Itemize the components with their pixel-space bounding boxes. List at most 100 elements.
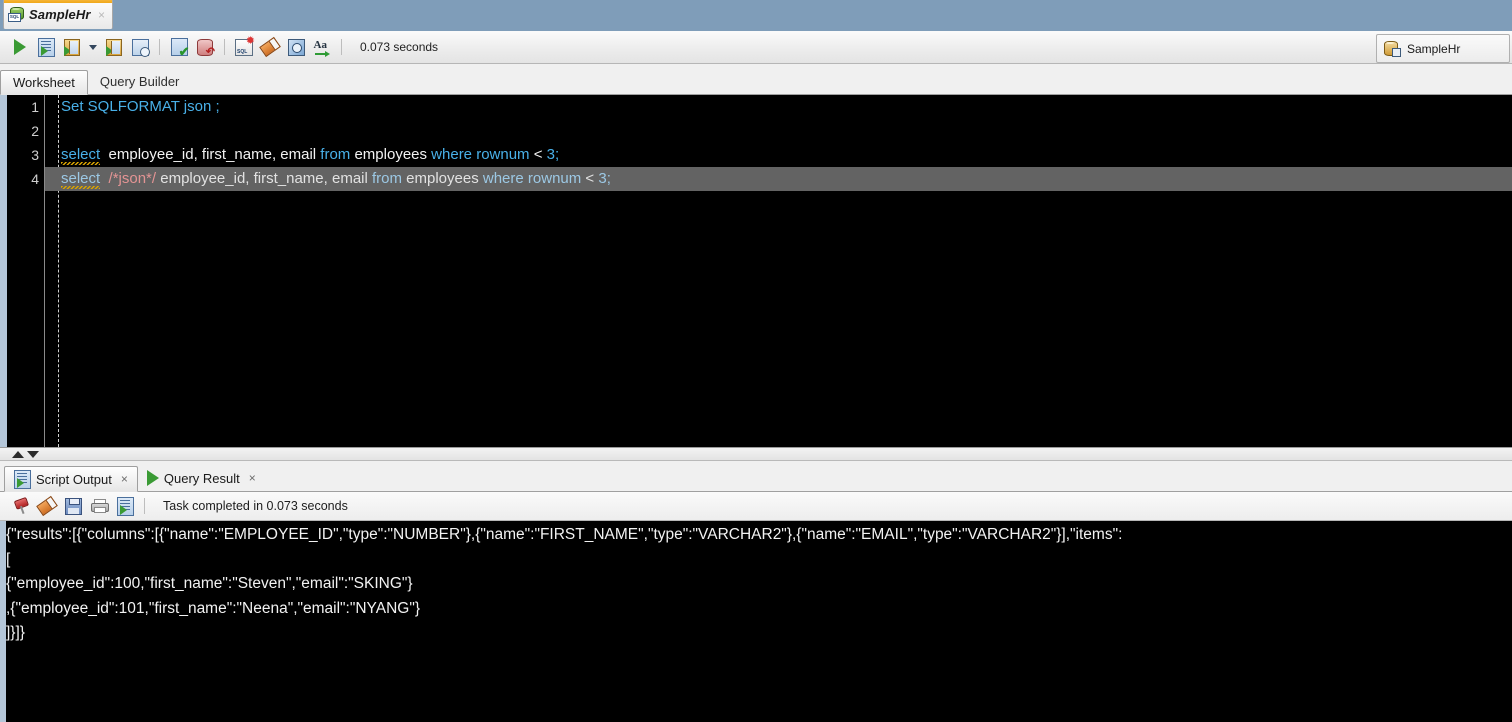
print-output-button[interactable] bbox=[86, 494, 112, 518]
run-script-button[interactable] bbox=[33, 34, 59, 60]
editor-line[interactable]: 4select /*json*/ employee_id, first_name… bbox=[45, 167, 1512, 191]
connection-tab-strip: SQL SampleHr × bbox=[0, 0, 1512, 31]
sql-developer-window: SQL SampleHr × ✔ ↶ bbox=[0, 0, 1512, 722]
elapsed-time-label: 0.073 seconds bbox=[360, 40, 438, 54]
result-toolbar: Task completed in 0.073 seconds bbox=[0, 492, 1512, 521]
output-line: [ bbox=[6, 548, 1512, 573]
code-token: ; bbox=[607, 170, 611, 187]
tab-query-result[interactable]: Query Result × bbox=[138, 465, 265, 491]
grid-run-icon bbox=[64, 39, 80, 56]
eraser-icon bbox=[259, 37, 281, 57]
compile-button[interactable]: ✹ bbox=[231, 34, 257, 60]
worksheet-toolbar: ✔ ↶ ✹ Aa 0.073 seconds SampleHr bbox=[0, 31, 1512, 64]
editor-line[interactable]: 3select employee_id, first_name, email f… bbox=[45, 143, 1512, 167]
magnifier-icon bbox=[132, 39, 149, 56]
open-in-editor-button[interactable] bbox=[112, 494, 138, 518]
aa-swap-icon: Aa bbox=[314, 39, 331, 55]
triangle-up-icon[interactable] bbox=[12, 451, 24, 458]
save-icon bbox=[65, 498, 82, 515]
code-token: from bbox=[372, 170, 402, 187]
tab-script-output-label: Script Output bbox=[36, 472, 112, 487]
pin-icon bbox=[11, 496, 30, 515]
line-text: Set SQLFORMAT json ; bbox=[45, 98, 220, 115]
connection-icon bbox=[1383, 41, 1400, 56]
toolbar-separator bbox=[224, 39, 225, 55]
output-line: {"employee_id":100,"first_name":"Steven"… bbox=[6, 572, 1512, 597]
code-token: employees bbox=[350, 146, 431, 163]
line-number: 2 bbox=[31, 119, 39, 143]
tab-query-builder[interactable]: Query Builder bbox=[88, 69, 191, 94]
code-token: select bbox=[61, 146, 100, 167]
code-token: from bbox=[320, 146, 350, 163]
line-number: 4 bbox=[31, 167, 39, 191]
autotrace-button[interactable] bbox=[59, 34, 85, 60]
output-line: ,{"employee_id":101,"first_name":"Neena"… bbox=[6, 597, 1512, 622]
output-line: {"results":[{"columns":[{"name":"EMPLOYE… bbox=[6, 523, 1512, 548]
line-number: 1 bbox=[31, 95, 39, 119]
code-token: < bbox=[530, 146, 547, 163]
script-output-pane[interactable]: {"results":[{"columns":[{"name":"EMPLOYE… bbox=[0, 521, 1512, 722]
toolbar-separator bbox=[144, 498, 145, 514]
connection-tab-samplehr[interactable]: SQL SampleHr × bbox=[3, 0, 113, 29]
close-icon[interactable]: × bbox=[95, 9, 108, 21]
save-output-button[interactable] bbox=[60, 494, 86, 518]
sql-history-button[interactable] bbox=[127, 34, 153, 60]
task-status-label: Task completed in 0.073 seconds bbox=[163, 499, 348, 513]
commit-button[interactable]: ✔ bbox=[166, 34, 192, 60]
script-output-text: {"results":[{"columns":[{"name":"EMPLOYE… bbox=[6, 523, 1512, 722]
eraser-icon bbox=[36, 496, 58, 516]
explain-plan-button[interactable] bbox=[101, 34, 127, 60]
editor-line[interactable]: 2 bbox=[45, 119, 1512, 143]
line-number: 3 bbox=[31, 143, 39, 167]
editor-left-strip bbox=[0, 95, 7, 447]
worksheet-tab-bar: Worksheet Query Builder bbox=[0, 64, 1512, 95]
code-token bbox=[100, 170, 108, 187]
code-token: where rownum bbox=[431, 146, 529, 163]
output-line: ]}]} bbox=[6, 621, 1512, 646]
connection-selector-label: SampleHr bbox=[1407, 42, 1460, 56]
autotrace-dropdown[interactable] bbox=[85, 34, 101, 60]
play-icon bbox=[14, 39, 26, 55]
clear-output-button[interactable] bbox=[34, 494, 60, 518]
clear-button[interactable] bbox=[257, 34, 283, 60]
code-token: select bbox=[61, 170, 100, 191]
timing-button[interactable] bbox=[283, 34, 309, 60]
code-token: where rownum bbox=[483, 170, 581, 187]
commit-check-icon: ✔ bbox=[171, 38, 188, 56]
tab-script-output[interactable]: Script Output × bbox=[4, 466, 138, 492]
panel-splitter[interactable] bbox=[0, 447, 1512, 461]
code-token: employee_id, first_name, email bbox=[100, 146, 320, 163]
connection-selector[interactable]: SampleHr bbox=[1376, 34, 1510, 63]
connection-tab-label: SampleHr bbox=[29, 7, 91, 22]
rollback-button[interactable]: ↶ bbox=[192, 34, 218, 60]
result-tab-bar: Script Output × Query Result × bbox=[0, 461, 1512, 492]
code-token: 3 bbox=[598, 170, 606, 187]
sql-star-icon: ✹ bbox=[235, 39, 253, 56]
format-button[interactable]: Aa bbox=[309, 34, 335, 60]
run-script-icon bbox=[38, 38, 55, 57]
database-sql-icon: SQL bbox=[8, 7, 25, 22]
close-icon[interactable]: × bbox=[121, 472, 128, 486]
line-text: select employee_id, first_name, email fr… bbox=[45, 146, 559, 163]
close-icon[interactable]: × bbox=[249, 471, 256, 485]
tab-worksheet-label: Worksheet bbox=[13, 75, 75, 90]
run-statement-button[interactable] bbox=[7, 34, 33, 60]
code-token: 3 bbox=[547, 146, 555, 163]
pin-button[interactable] bbox=[8, 494, 34, 518]
toolbar-separator bbox=[159, 39, 160, 55]
tab-query-result-label: Query Result bbox=[164, 471, 240, 486]
triangle-down-icon[interactable] bbox=[27, 451, 39, 458]
rollback-icon: ↶ bbox=[197, 39, 213, 56]
code-token: ; bbox=[555, 146, 559, 163]
sql-editor[interactable]: 1Set SQLFORMAT json ;23select employee_i… bbox=[0, 95, 1512, 447]
toolbar-separator bbox=[341, 39, 342, 55]
print-icon bbox=[91, 499, 107, 513]
editor-line[interactable]: 1Set SQLFORMAT json ; bbox=[45, 95, 1512, 119]
tab-query-builder-label: Query Builder bbox=[100, 74, 179, 89]
chevron-down-icon bbox=[89, 45, 97, 50]
editor-code-area[interactable]: 1Set SQLFORMAT json ;23select employee_i… bbox=[45, 95, 1512, 447]
script-output-icon bbox=[14, 470, 31, 489]
explain-plan-icon bbox=[106, 39, 122, 56]
tab-worksheet[interactable]: Worksheet bbox=[0, 70, 88, 95]
code-token: employees bbox=[402, 170, 483, 187]
